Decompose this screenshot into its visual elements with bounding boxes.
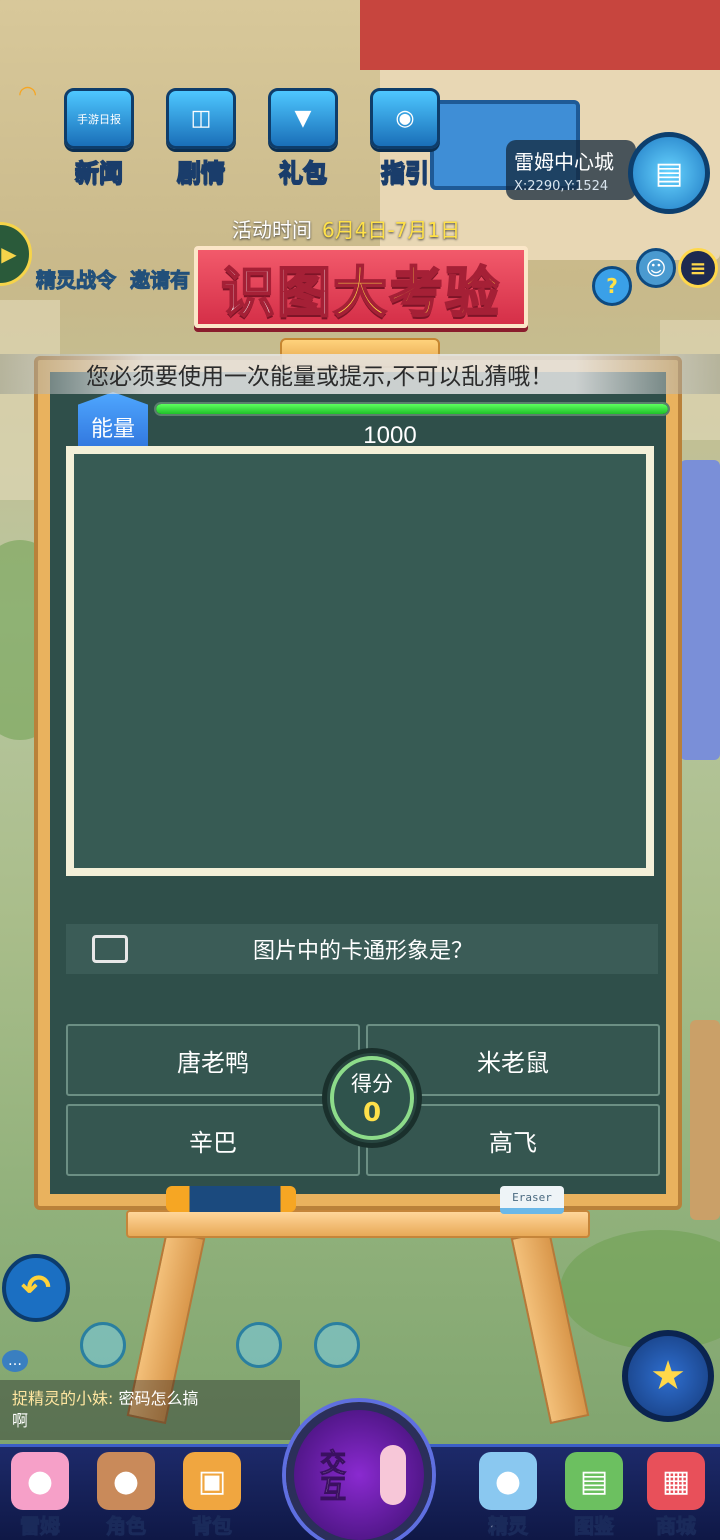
answer-option-1[interactable]: 唐老鸭 <box>66 1024 360 1096</box>
location-name: 雷姆中心城 <box>514 150 614 174</box>
energy-bar-fill <box>156 404 668 414</box>
chat-icon[interactable]: … <box>2 1350 28 1372</box>
nav-handbook-label: 图鉴 <box>574 1514 615 1539</box>
shop-icon: ▦ <box>647 1452 705 1510</box>
newspaper-tv-icon: 手游日报 <box>64 88 134 149</box>
nav-role[interactable]: ● 角色 <box>86 1452 166 1540</box>
wifi-icon: ◠ <box>18 82 38 107</box>
chat-panel[interactable]: 捉精灵的小妹: 密码怎么搞 啊 <box>0 1380 300 1440</box>
story-label: 剧情 <box>176 158 226 188</box>
chat-message-line2: 啊 <box>12 1411 29 1430</box>
activity-time: 活动时间 6月4日-7月1日 <box>232 214 460 243</box>
joystick-icon[interactable] <box>80 1322 126 1368</box>
nav-spirit-label: 精灵 <box>488 1514 529 1539</box>
score-display: 得分 0 <box>322 1048 422 1148</box>
question-bar: 图片中的卡通形象是？ <box>66 924 658 974</box>
guide-machine-icon: ◉ <box>370 88 440 149</box>
hint-message: 您必须要使用一次能量或提示,不可以乱猜哦！ <box>0 354 720 394</box>
chalkboard: 能量 1000 图片中的卡通形象是？ 唐老鸭 米老鼠 辛巴 高飞 得分 0 <box>50 372 670 1194</box>
chat-message: 密码怎么搞 <box>118 1389 199 1408</box>
nav-shop[interactable]: ▦ 商城 <box>636 1452 716 1540</box>
chat-sender: 捉精灵的小妹: <box>12 1389 114 1408</box>
panda-icon[interactable] <box>236 1322 282 1368</box>
star-wand-button[interactable]: ★ <box>622 1330 714 1422</box>
speech-bubble-icon <box>92 935 128 963</box>
pet-face-icon[interactable]: ☺ <box>636 248 676 288</box>
bell-icon[interactable] <box>314 1322 360 1368</box>
guide-label: 指引 <box>380 158 430 188</box>
nav-leimu-label: 雷姆 <box>20 1514 61 1539</box>
nav-shop-label: 商城 <box>656 1514 697 1539</box>
interact-button[interactable]: 交互 <box>286 1402 432 1540</box>
green-book-icon: ▤ <box>565 1452 623 1510</box>
quiz-board: 能量 1000 图片中的卡通形象是？ 唐老鸭 米老鼠 辛巴 高飞 得分 0 <box>34 356 682 1210</box>
nav-spirit[interactable]: ● 精灵 <box>468 1452 548 1540</box>
map-icon: ▤ <box>654 155 684 191</box>
map-button[interactable]: ▤ <box>628 132 710 214</box>
easel-shelf <box>126 1210 590 1238</box>
nav-bag[interactable]: ▣ 背包 <box>172 1452 252 1540</box>
quiz-picture <box>66 446 654 876</box>
character-icon <box>379 1445 406 1505</box>
nav-bag-label: 背包 <box>192 1514 233 1539</box>
back-button[interactable]: ↶ <box>2 1254 70 1322</box>
invite-label[interactable]: 邀请有 <box>130 264 191 293</box>
interact-label: 交互 <box>315 1449 346 1502</box>
activity-dates: 6月4日-7月1日 <box>322 218 461 242</box>
nav-role-label: 角色 <box>106 1514 147 1539</box>
guide-button[interactable]: ◉ 指引 <box>364 88 446 188</box>
energy-bar <box>154 402 670 416</box>
marker-pen-icon <box>166 1186 296 1212</box>
score-value: 0 <box>362 1098 382 1128</box>
back-arrow-icon: ↶ <box>20 1267 52 1309</box>
news-label: 新闻 <box>74 158 124 188</box>
location-coord: X:2290,Y:1524 <box>514 179 609 194</box>
gift-button[interactable]: ▼ 礼包 <box>262 88 344 188</box>
score-label: 得分 <box>351 1072 393 1096</box>
question-text: 图片中的卡通形象是？ <box>252 939 473 964</box>
star-icon: ★ <box>650 1353 686 1399</box>
gift-label: 礼包 <box>278 158 328 188</box>
pink-pet-icon: ● <box>11 1452 69 1510</box>
eraser-icon: Eraser <box>500 1186 564 1214</box>
news-button[interactable]: 手游日报 新闻 <box>58 88 140 188</box>
spirit-pass-label[interactable]: 精灵战令 <box>36 264 117 293</box>
nav-handbook[interactable]: ▤ 图鉴 <box>554 1452 634 1540</box>
story-button[interactable]: ◫ 剧情 <box>160 88 242 188</box>
backpack-icon: ▣ <box>183 1452 241 1510</box>
answer-option-3[interactable]: 辛巴 <box>66 1104 360 1176</box>
quiz-title-banner: 识图 大考验 <box>194 246 528 328</box>
top-menu: 手游日报 新闻 ◫ 剧情 ▼ 礼包 ◉ 指引 <box>58 88 446 188</box>
title-part2: 大考验 <box>332 260 501 325</box>
gift-chest-icon: ▼ <box>268 88 338 149</box>
activity-time-label: 活动时间 <box>232 218 312 242</box>
play-arrow-icon: ▶ <box>1 242 17 266</box>
title-part1: 识图 <box>220 260 333 325</box>
story-machine-icon: ◫ <box>166 88 236 149</box>
nav-leimu[interactable]: ● 雷姆 <box>0 1452 80 1540</box>
boy-avatar-icon: ● <box>97 1452 155 1510</box>
help-icon[interactable]: ? <box>592 266 632 306</box>
expand-arrow-button[interactable]: ▶ <box>0 222 32 286</box>
location-panel[interactable]: 雷姆中心城 X:2290,Y:1524 <box>506 140 636 200</box>
blue-spirit-icon: ● <box>479 1452 537 1510</box>
menu-list-icon[interactable]: ≡ <box>678 248 718 288</box>
score-inner: 得分 0 <box>330 1056 414 1140</box>
